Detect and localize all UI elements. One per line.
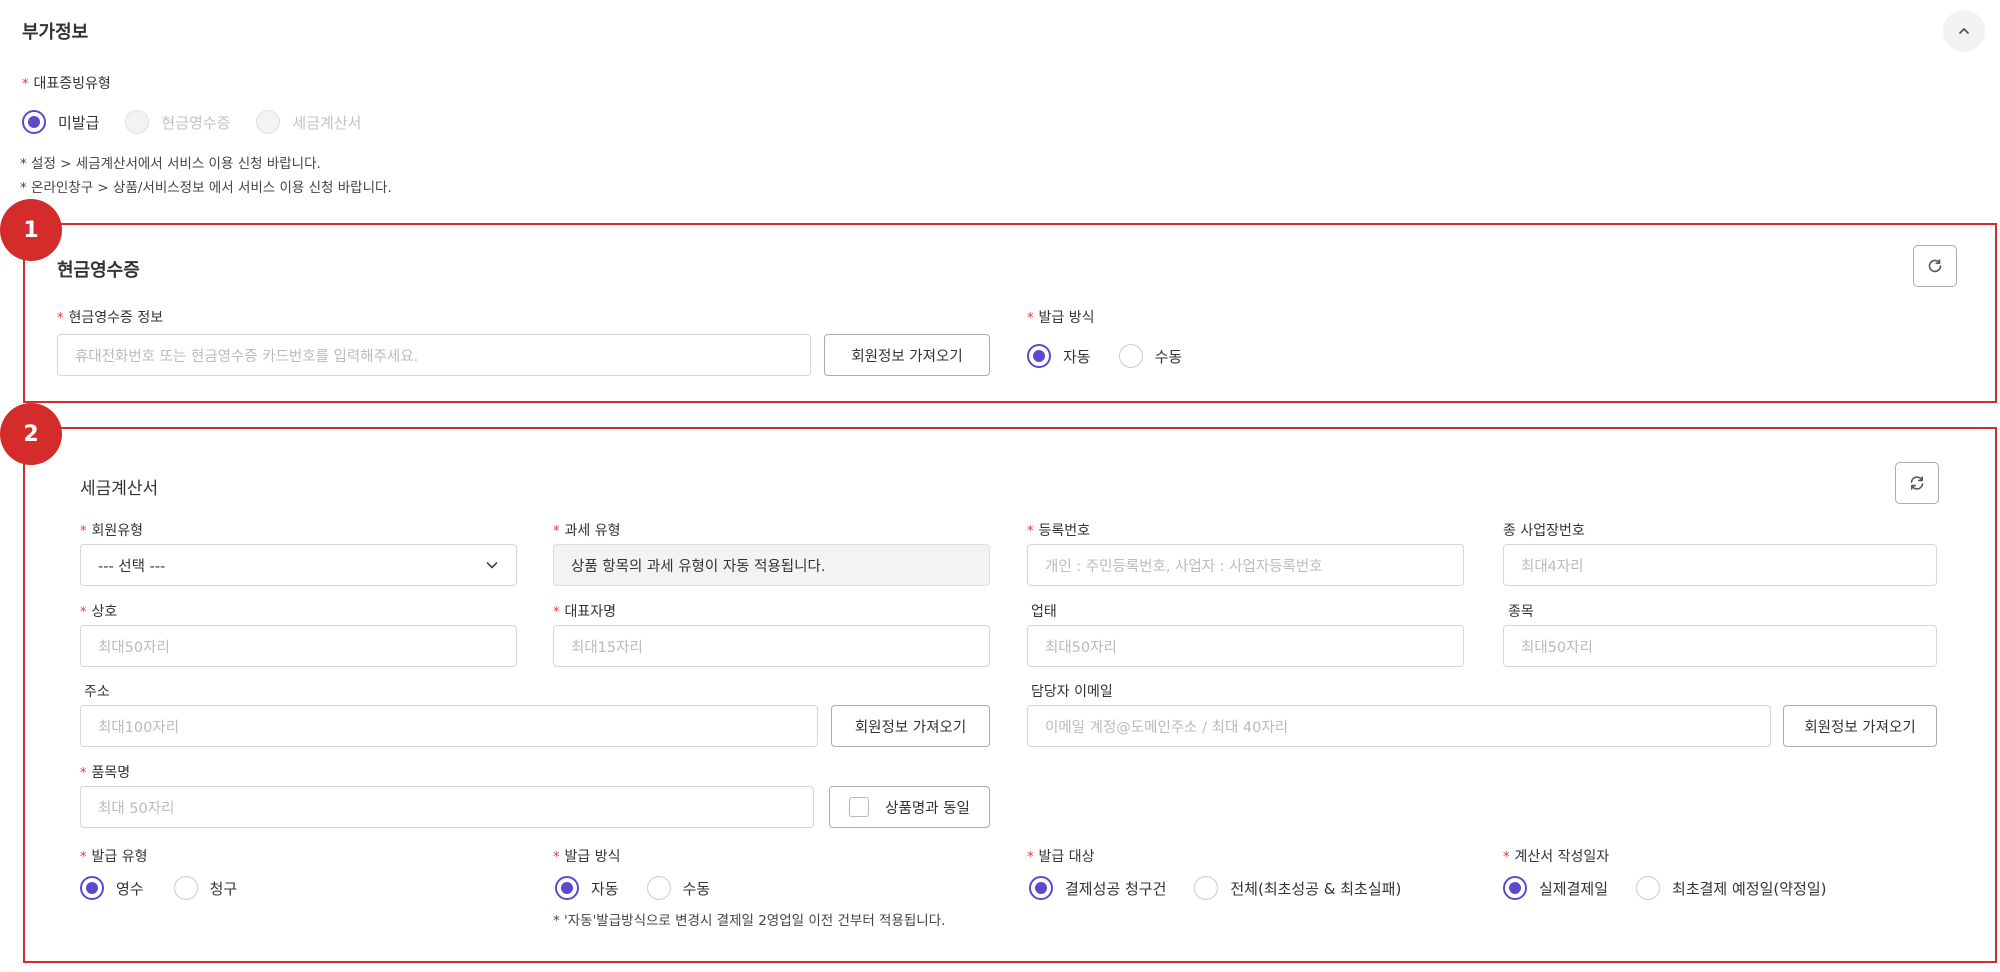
issue-method-radio-group: 자동 수동 — [555, 876, 734, 900]
cash-receipt-method-radio-group: 자동 수동 — [1027, 344, 1206, 368]
ceo-label: * 대표자명 — [553, 604, 617, 620]
radio-button[interactable] — [646, 876, 671, 900]
cash-receipt-reset-button[interactable] — [1913, 245, 1957, 287]
member-type-label: * 회원유형 — [80, 523, 144, 539]
invoice-date-option-actual[interactable]: 실제결제일 — [1503, 876, 1608, 900]
cash-receipt-method-label: * 발급 방식 — [1027, 310, 1095, 326]
issue-target-label: * 발급 대상 — [1027, 849, 1095, 865]
proof-type-option-none[interactable]: 미발급 — [22, 110, 99, 134]
notice-text: * 온라인창구 > 상품/서비스정보 에서 서비스 이용 신청 바랍니다. — [20, 180, 392, 196]
collapse-button[interactable] — [1943, 10, 1985, 52]
section-title: 부가정보 — [22, 22, 89, 43]
issue-method-note: * '자동'발급방식으로 변경시 결제일 2영업일 이전 건부터 적용됩니다. — [553, 913, 946, 929]
sub-business-label: 종 사업장번호 — [1503, 523, 1585, 539]
notice-text: * 설정 > 세금계산서에서 서비스 이용 신청 바랍니다. — [20, 156, 321, 172]
radio-button[interactable] — [1118, 344, 1143, 368]
same-as-product-name-checkbox[interactable]: 상품명과 동일 — [829, 786, 990, 828]
radio-button[interactable] — [1029, 876, 1053, 900]
chevron-down-icon — [486, 562, 498, 569]
invoice-date-radio-group: 실제결제일 최초결제 예정일(약정일) — [1503, 876, 1851, 900]
address-fetch-member-info-button[interactable]: 회원정보 가져오기 — [831, 705, 990, 747]
fetch-member-info-button[interactable]: 회원정보 가져오기 — [824, 334, 990, 376]
issue-type-option-claim[interactable]: 청구 — [173, 876, 237, 900]
email-fetch-member-info-button[interactable]: 회원정보 가져오기 — [1783, 705, 1937, 747]
method-option-manual[interactable]: 수동 — [1118, 344, 1182, 368]
cash-receipt-info-input[interactable]: 휴대전화번호 또는 현금영수증 카드번호를 입력해주세요. — [57, 334, 811, 376]
issue-type-option-receipt[interactable]: 영수 — [80, 876, 144, 900]
reg-number-input[interactable]: 개인 : 주민등록번호, 사업자 : 사업자등록번호 — [1027, 544, 1464, 586]
issue-target-option-success[interactable]: 결제성공 청구건 — [1029, 876, 1166, 900]
tax-type-label: * 과세 유형 — [553, 523, 621, 539]
proof-type-option-tax-invoice[interactable]: 세금계산서 — [256, 110, 361, 134]
sub-business-input[interactable]: 최대4자리 — [1503, 544, 1937, 586]
radio-button[interactable] — [22, 110, 46, 134]
reg-number-label: * 등록번호 — [1027, 523, 1091, 539]
refresh-icon — [1910, 476, 1924, 490]
radio-button[interactable] — [555, 876, 579, 900]
radio-button[interactable] — [173, 876, 198, 900]
radio-button[interactable] — [1194, 876, 1219, 900]
issue-type-label: * 발급 유형 — [80, 849, 148, 865]
issue-method-option-auto[interactable]: 자동 — [555, 876, 619, 900]
company-input[interactable]: 최대50자리 — [80, 625, 517, 667]
invoice-date-label: * 계산서 작성일자 — [1503, 849, 1610, 865]
email-input[interactable]: 이메일 계정@도메인주소 / 최대 40자리 — [1027, 705, 1771, 747]
radio-button[interactable] — [1027, 344, 1051, 368]
radio-button[interactable] — [1503, 876, 1527, 900]
item-name-input[interactable]: 최대 50자리 — [80, 786, 814, 828]
issue-method-option-manual[interactable]: 수동 — [646, 876, 710, 900]
step-badge-2: 2 — [0, 403, 62, 465]
proof-type-label: * 대표증빙유형 — [22, 76, 111, 92]
business-type-label: 업태 — [1031, 604, 1057, 620]
tax-invoice-title: 세금계산서 — [80, 479, 159, 499]
member-type-select[interactable]: --- 선택 --- — [80, 544, 517, 586]
issue-method-label: * 발급 방식 — [553, 849, 621, 865]
ceo-input[interactable]: 최대15자리 — [553, 625, 990, 667]
invoice-date-option-scheduled[interactable]: 최초결제 예정일(약정일) — [1636, 876, 1827, 900]
business-item-label: 종목 — [1508, 604, 1534, 620]
address-label: 주소 — [84, 684, 110, 700]
step-badge-1: 1 — [0, 199, 62, 261]
email-label: 담당자 이메일 — [1031, 684, 1113, 700]
required-mark: * — [22, 77, 29, 92]
business-type-input[interactable]: 최대50자리 — [1027, 625, 1464, 667]
item-name-label: * 품목명 — [80, 765, 131, 781]
issue-type-radio-group: 영수 청구 — [80, 876, 261, 900]
address-input[interactable]: 최대100자리 — [80, 705, 818, 747]
business-item-input[interactable]: 최대50자리 — [1503, 625, 1937, 667]
cash-receipt-title: 현금영수증 — [57, 260, 140, 281]
issue-target-option-all[interactable]: 전체(최초성공 & 최초실패) — [1194, 876, 1401, 900]
radio-button[interactable] — [80, 876, 104, 900]
issue-target-radio-group: 결제성공 청구건 전체(최초성공 & 최초실패) — [1029, 876, 1425, 900]
chevron-up-icon — [1959, 28, 1969, 34]
method-option-auto[interactable]: 자동 — [1027, 344, 1091, 368]
cash-receipt-panel — [23, 223, 1997, 403]
proof-type-option-cash-receipt[interactable]: 현금영수증 — [125, 110, 230, 134]
company-label: * 상호 — [80, 604, 118, 620]
radio-button[interactable] — [1636, 876, 1661, 900]
checkbox[interactable] — [849, 797, 870, 817]
tax-invoice-reset-button[interactable] — [1895, 462, 1939, 504]
cash-receipt-info-label: * 현금영수증 정보 — [57, 310, 164, 326]
tax-type-field: 상품 항목의 과세 유형이 자동 적용됩니다. — [553, 544, 990, 586]
proof-type-radio-group: 미발급 현금영수증 세금계산서 — [22, 110, 385, 134]
refresh-icon — [1928, 259, 1942, 273]
radio-button[interactable] — [256, 110, 281, 134]
radio-button[interactable] — [125, 110, 150, 134]
